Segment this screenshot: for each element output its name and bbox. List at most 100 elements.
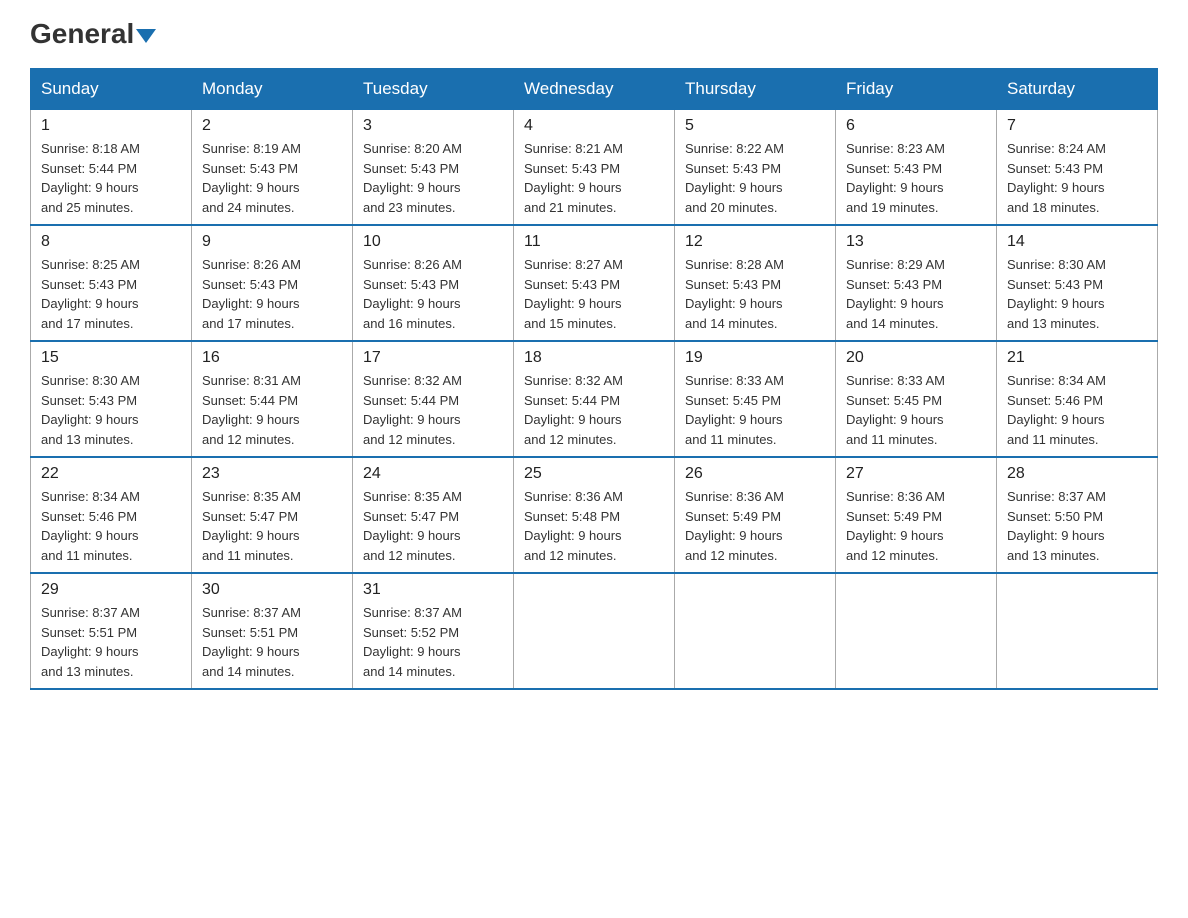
day-info: Sunrise: 8:35 AM Sunset: 5:47 PM Dayligh… xyxy=(202,487,342,565)
day-info: Sunrise: 8:32 AM Sunset: 5:44 PM Dayligh… xyxy=(524,371,664,449)
day-number: 12 xyxy=(685,233,825,251)
calendar-day-cell: 2 Sunrise: 8:19 AM Sunset: 5:43 PM Dayli… xyxy=(192,110,353,226)
day-info: Sunrise: 8:26 AM Sunset: 5:43 PM Dayligh… xyxy=(363,255,503,333)
day-info: Sunrise: 8:19 AM Sunset: 5:43 PM Dayligh… xyxy=(202,139,342,217)
day-number: 20 xyxy=(846,349,986,367)
weekday-header-row: SundayMondayTuesdayWednesdayThursdayFrid… xyxy=(31,69,1158,110)
day-info: Sunrise: 8:30 AM Sunset: 5:43 PM Dayligh… xyxy=(41,371,181,449)
calendar-day-cell: 16 Sunrise: 8:31 AM Sunset: 5:44 PM Dayl… xyxy=(192,341,353,457)
day-info: Sunrise: 8:23 AM Sunset: 5:43 PM Dayligh… xyxy=(846,139,986,217)
page-header: General xyxy=(30,20,1158,50)
day-info: Sunrise: 8:36 AM Sunset: 5:49 PM Dayligh… xyxy=(846,487,986,565)
day-number: 29 xyxy=(41,581,181,599)
day-info: Sunrise: 8:34 AM Sunset: 5:46 PM Dayligh… xyxy=(1007,371,1147,449)
day-info: Sunrise: 8:35 AM Sunset: 5:47 PM Dayligh… xyxy=(363,487,503,565)
day-info: Sunrise: 8:34 AM Sunset: 5:46 PM Dayligh… xyxy=(41,487,181,565)
day-number: 31 xyxy=(363,581,503,599)
day-info: Sunrise: 8:31 AM Sunset: 5:44 PM Dayligh… xyxy=(202,371,342,449)
calendar-day-cell: 19 Sunrise: 8:33 AM Sunset: 5:45 PM Dayl… xyxy=(675,341,836,457)
calendar-day-cell: 13 Sunrise: 8:29 AM Sunset: 5:43 PM Dayl… xyxy=(836,225,997,341)
calendar-day-cell xyxy=(675,573,836,689)
day-number: 9 xyxy=(202,233,342,251)
calendar-day-cell: 10 Sunrise: 8:26 AM Sunset: 5:43 PM Dayl… xyxy=(353,225,514,341)
calendar-day-cell: 4 Sunrise: 8:21 AM Sunset: 5:43 PM Dayli… xyxy=(514,110,675,226)
calendar-day-cell: 27 Sunrise: 8:36 AM Sunset: 5:49 PM Dayl… xyxy=(836,457,997,573)
weekday-header-friday: Friday xyxy=(836,69,997,110)
day-number: 22 xyxy=(41,465,181,483)
calendar-day-cell: 1 Sunrise: 8:18 AM Sunset: 5:44 PM Dayli… xyxy=(31,110,192,226)
calendar-day-cell: 11 Sunrise: 8:27 AM Sunset: 5:43 PM Dayl… xyxy=(514,225,675,341)
day-number: 4 xyxy=(524,117,664,135)
day-number: 13 xyxy=(846,233,986,251)
day-number: 11 xyxy=(524,233,664,251)
calendar-day-cell xyxy=(836,573,997,689)
calendar-day-cell: 28 Sunrise: 8:37 AM Sunset: 5:50 PM Dayl… xyxy=(997,457,1158,573)
day-info: Sunrise: 8:25 AM Sunset: 5:43 PM Dayligh… xyxy=(41,255,181,333)
calendar-day-cell: 24 Sunrise: 8:35 AM Sunset: 5:47 PM Dayl… xyxy=(353,457,514,573)
day-number: 15 xyxy=(41,349,181,367)
day-info: Sunrise: 8:18 AM Sunset: 5:44 PM Dayligh… xyxy=(41,139,181,217)
calendar-week-row: 29 Sunrise: 8:37 AM Sunset: 5:51 PM Dayl… xyxy=(31,573,1158,689)
day-number: 23 xyxy=(202,465,342,483)
calendar-day-cell: 7 Sunrise: 8:24 AM Sunset: 5:43 PM Dayli… xyxy=(997,110,1158,226)
day-number: 1 xyxy=(41,117,181,135)
day-number: 30 xyxy=(202,581,342,599)
calendar-week-row: 15 Sunrise: 8:30 AM Sunset: 5:43 PM Dayl… xyxy=(31,341,1158,457)
day-number: 8 xyxy=(41,233,181,251)
calendar-day-cell: 18 Sunrise: 8:32 AM Sunset: 5:44 PM Dayl… xyxy=(514,341,675,457)
weekday-header-thursday: Thursday xyxy=(675,69,836,110)
logo: General xyxy=(30,20,156,50)
day-info: Sunrise: 8:21 AM Sunset: 5:43 PM Dayligh… xyxy=(524,139,664,217)
calendar-day-cell: 30 Sunrise: 8:37 AM Sunset: 5:51 PM Dayl… xyxy=(192,573,353,689)
day-info: Sunrise: 8:28 AM Sunset: 5:43 PM Dayligh… xyxy=(685,255,825,333)
calendar-day-cell xyxy=(514,573,675,689)
weekday-header-tuesday: Tuesday xyxy=(353,69,514,110)
logo-general: General xyxy=(30,18,134,49)
calendar-day-cell: 5 Sunrise: 8:22 AM Sunset: 5:43 PM Dayli… xyxy=(675,110,836,226)
day-info: Sunrise: 8:37 AM Sunset: 5:50 PM Dayligh… xyxy=(1007,487,1147,565)
day-info: Sunrise: 8:37 AM Sunset: 5:52 PM Dayligh… xyxy=(363,603,503,681)
day-number: 5 xyxy=(685,117,825,135)
day-info: Sunrise: 8:22 AM Sunset: 5:43 PM Dayligh… xyxy=(685,139,825,217)
calendar-day-cell: 26 Sunrise: 8:36 AM Sunset: 5:49 PM Dayl… xyxy=(675,457,836,573)
calendar-day-cell: 31 Sunrise: 8:37 AM Sunset: 5:52 PM Dayl… xyxy=(353,573,514,689)
weekday-header-saturday: Saturday xyxy=(997,69,1158,110)
day-info: Sunrise: 8:33 AM Sunset: 5:45 PM Dayligh… xyxy=(685,371,825,449)
day-info: Sunrise: 8:27 AM Sunset: 5:43 PM Dayligh… xyxy=(524,255,664,333)
calendar-day-cell: 17 Sunrise: 8:32 AM Sunset: 5:44 PM Dayl… xyxy=(353,341,514,457)
day-number: 2 xyxy=(202,117,342,135)
logo-triangle-icon xyxy=(136,29,156,43)
calendar-day-cell: 15 Sunrise: 8:30 AM Sunset: 5:43 PM Dayl… xyxy=(31,341,192,457)
day-number: 16 xyxy=(202,349,342,367)
day-info: Sunrise: 8:24 AM Sunset: 5:43 PM Dayligh… xyxy=(1007,139,1147,217)
day-number: 26 xyxy=(685,465,825,483)
day-info: Sunrise: 8:26 AM Sunset: 5:43 PM Dayligh… xyxy=(202,255,342,333)
day-number: 21 xyxy=(1007,349,1147,367)
weekday-header-sunday: Sunday xyxy=(31,69,192,110)
calendar-day-cell: 21 Sunrise: 8:34 AM Sunset: 5:46 PM Dayl… xyxy=(997,341,1158,457)
calendar-day-cell: 14 Sunrise: 8:30 AM Sunset: 5:43 PM Dayl… xyxy=(997,225,1158,341)
calendar-day-cell: 29 Sunrise: 8:37 AM Sunset: 5:51 PM Dayl… xyxy=(31,573,192,689)
day-info: Sunrise: 8:20 AM Sunset: 5:43 PM Dayligh… xyxy=(363,139,503,217)
day-number: 18 xyxy=(524,349,664,367)
calendar-week-row: 22 Sunrise: 8:34 AM Sunset: 5:46 PM Dayl… xyxy=(31,457,1158,573)
calendar-day-cell: 22 Sunrise: 8:34 AM Sunset: 5:46 PM Dayl… xyxy=(31,457,192,573)
calendar-day-cell: 8 Sunrise: 8:25 AM Sunset: 5:43 PM Dayli… xyxy=(31,225,192,341)
day-info: Sunrise: 8:33 AM Sunset: 5:45 PM Dayligh… xyxy=(846,371,986,449)
day-number: 6 xyxy=(846,117,986,135)
day-number: 10 xyxy=(363,233,503,251)
day-info: Sunrise: 8:37 AM Sunset: 5:51 PM Dayligh… xyxy=(202,603,342,681)
day-info: Sunrise: 8:32 AM Sunset: 5:44 PM Dayligh… xyxy=(363,371,503,449)
calendar-day-cell: 3 Sunrise: 8:20 AM Sunset: 5:43 PM Dayli… xyxy=(353,110,514,226)
day-number: 7 xyxy=(1007,117,1147,135)
day-number: 14 xyxy=(1007,233,1147,251)
day-info: Sunrise: 8:30 AM Sunset: 5:43 PM Dayligh… xyxy=(1007,255,1147,333)
calendar-day-cell: 9 Sunrise: 8:26 AM Sunset: 5:43 PM Dayli… xyxy=(192,225,353,341)
day-number: 3 xyxy=(363,117,503,135)
day-number: 25 xyxy=(524,465,664,483)
day-number: 28 xyxy=(1007,465,1147,483)
calendar-week-row: 1 Sunrise: 8:18 AM Sunset: 5:44 PM Dayli… xyxy=(31,110,1158,226)
calendar-day-cell: 20 Sunrise: 8:33 AM Sunset: 5:45 PM Dayl… xyxy=(836,341,997,457)
weekday-header-wednesday: Wednesday xyxy=(514,69,675,110)
calendar-day-cell: 25 Sunrise: 8:36 AM Sunset: 5:48 PM Dayl… xyxy=(514,457,675,573)
